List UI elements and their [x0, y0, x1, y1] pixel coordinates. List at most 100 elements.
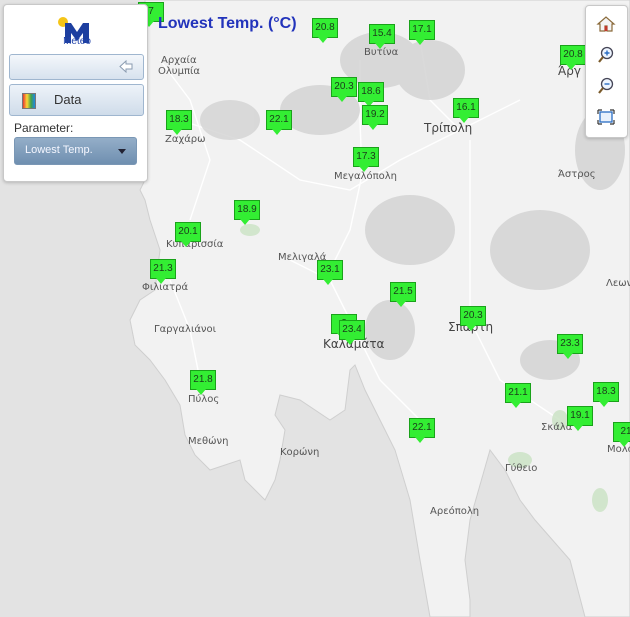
station-marker[interactable]: 15.4 — [369, 24, 395, 50]
logo-text: Meteo — [63, 36, 91, 47]
zoom-out-icon — [598, 77, 614, 94]
station-marker[interactable]: 23.3 — [557, 334, 583, 360]
place-label: Αρεόπολη — [430, 506, 480, 517]
marker-pointer — [359, 166, 369, 172]
zoom-extent-icon — [597, 109, 615, 125]
station-value: 17.1 — [409, 20, 435, 40]
station-marker[interactable]: 18.3 — [166, 110, 192, 136]
station-value: 17.3 — [353, 147, 379, 167]
place-label: Αρχαία — [161, 55, 197, 66]
station-value: 20.8 — [560, 45, 586, 65]
place-label: Γαργαλιάνοι — [154, 324, 217, 335]
station-marker[interactable]: 21 — [613, 422, 630, 448]
station-marker[interactable]: 20.8 — [560, 45, 586, 71]
marker-pointer — [345, 339, 355, 345]
station-value: 21.8 — [190, 370, 216, 390]
station-value: 22.1 — [409, 418, 435, 438]
station-value: 22.1 — [266, 110, 292, 130]
station-marker[interactable]: 23.4 — [339, 320, 365, 346]
map-title: Lowest Temp. (°C) — [158, 15, 297, 32]
station-value: 19.2 — [362, 105, 388, 125]
palette-icon — [22, 93, 36, 109]
station-value: 15.4 — [369, 24, 395, 44]
marker-pointer — [566, 64, 576, 70]
station-value: 20.1 — [175, 222, 201, 242]
marker-pointer — [619, 441, 629, 447]
marker-pointer — [511, 402, 521, 408]
station-marker[interactable]: 21.1 — [505, 383, 531, 409]
marker-pointer — [599, 401, 609, 407]
home-button[interactable] — [593, 11, 619, 37]
zoom-in-icon — [598, 46, 614, 63]
map-controls — [585, 5, 628, 138]
place-label: Άστρος — [558, 169, 596, 180]
data-button[interactable]: Data — [9, 84, 144, 116]
marker-pointer — [337, 96, 347, 102]
station-marker[interactable]: 21.5 — [390, 282, 416, 308]
zoom-extent-button[interactable] — [593, 104, 619, 130]
home-icon — [596, 16, 616, 32]
marker-pointer — [415, 39, 425, 45]
station-value: 20.3 — [331, 77, 357, 97]
data-button-label: Data — [54, 92, 82, 107]
marker-pointer — [196, 389, 206, 395]
marker-pointer — [172, 129, 182, 135]
station-marker[interactable]: 16.1 — [453, 98, 479, 124]
marker-pointer — [368, 124, 378, 130]
station-value: 23.3 — [557, 334, 583, 354]
place-label: Λεων — [606, 278, 630, 289]
station-value: 16.1 — [453, 98, 479, 118]
station-marker[interactable]: 20.1 — [175, 222, 201, 248]
marker-pointer — [459, 117, 469, 123]
station-value: 18.3 — [593, 382, 619, 402]
collapse-panel-button[interactable] — [9, 54, 144, 80]
place-label: Κορώνη — [280, 447, 320, 458]
station-marker[interactable]: 17.1 — [409, 20, 435, 46]
side-panel: Meteo Data Parameter: Lowest Temp. — [3, 4, 148, 182]
marker-pointer — [323, 279, 333, 285]
station-value: 18.6 — [358, 82, 384, 102]
station-marker[interactable]: 19.2 — [362, 105, 388, 131]
station-value: 21 — [613, 422, 630, 442]
station-value: 20.3 — [460, 306, 486, 326]
station-value: 21.1 — [505, 383, 531, 403]
marker-pointer — [375, 43, 385, 49]
station-marker[interactable]: 19.1 — [567, 406, 593, 432]
station-value: 21.3 — [150, 259, 176, 279]
station-value: 21.5 — [390, 282, 416, 302]
zoom-in-button[interactable] — [593, 42, 619, 68]
station-value: 18.3 — [166, 110, 192, 130]
collapse-arrow-icon — [119, 60, 133, 73]
place-label: Γύθειο — [505, 463, 538, 474]
station-marker[interactable]: 17.3 — [353, 147, 379, 173]
station-value: 23.1 — [317, 260, 343, 280]
marker-pointer — [415, 437, 425, 443]
marker-pointer — [240, 219, 250, 225]
place-label: Ολυμπία — [158, 66, 200, 77]
station-value: 19.1 — [567, 406, 593, 426]
marker-pointer — [563, 353, 573, 359]
station-marker[interactable]: 21.8 — [190, 370, 216, 396]
place-label: Μεθώνη — [188, 436, 229, 447]
marker-pointer — [181, 241, 191, 247]
parameter-select-value: Lowest Temp. — [25, 144, 93, 156]
station-marker[interactable]: 21.3 — [150, 259, 176, 285]
station-marker[interactable]: 20.8 — [312, 18, 338, 44]
station-marker[interactable]: 22.1 — [409, 418, 435, 444]
station-marker[interactable]: 20.3 — [460, 306, 486, 332]
marker-pointer — [272, 129, 282, 135]
marker-pointer — [466, 325, 476, 331]
station-marker[interactable]: 22.1 — [266, 110, 292, 136]
station-marker[interactable]: 18.9 — [234, 200, 260, 226]
station-marker[interactable]: 23.1 — [317, 260, 343, 286]
parameter-select[interactable]: Lowest Temp. — [14, 137, 137, 165]
marker-pointer — [156, 278, 166, 284]
station-marker[interactable]: 20.3 — [331, 77, 357, 103]
chevron-down-icon — [118, 149, 126, 154]
zoom-out-button[interactable] — [593, 73, 619, 99]
station-value: 18.9 — [234, 200, 260, 220]
parameter-label: Parameter: — [14, 121, 74, 135]
station-value: 20.8 — [312, 18, 338, 38]
marker-pointer — [318, 37, 328, 43]
station-marker[interactable]: 18.3 — [593, 382, 619, 408]
